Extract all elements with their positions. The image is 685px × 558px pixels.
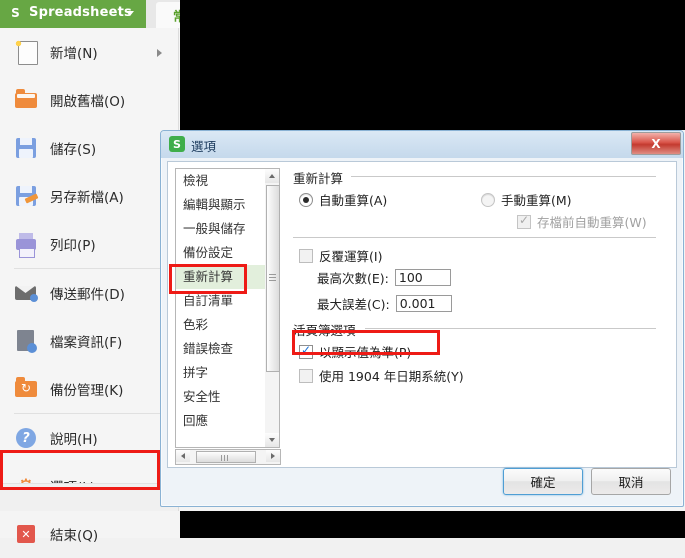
menu-item-backup[interactable]: 備份管理(K) (0, 365, 178, 413)
status-bar (0, 483, 178, 511)
spreadsheets-logo-icon: S (11, 5, 20, 20)
menu-item-label: 檔案資訊(F) (50, 335, 123, 351)
checkbox-indicator[interactable] (517, 213, 531, 229)
dialog-title: 選項 (191, 139, 217, 154)
radio-label: 手動重算(M) (501, 193, 572, 208)
checkbox-indicator[interactable] (299, 248, 313, 263)
category-item-error-checking[interactable]: 錯誤檢查 (176, 337, 266, 361)
category-item-colors[interactable]: 色彩 (176, 313, 266, 337)
submenu-arrow-icon (157, 49, 162, 57)
checkbox-label: 存檔前自動重算(W) (537, 215, 647, 230)
close-icon[interactable]: X (631, 132, 681, 155)
scrollbar-thumb[interactable] (266, 185, 280, 372)
scroll-left-icon[interactable] (176, 450, 190, 462)
menu-item-help[interactable]: 說明(H) (0, 414, 178, 462)
radio-indicator[interactable] (299, 192, 313, 207)
chevron-down-icon[interactable] (126, 11, 134, 16)
brand-name: Spreadsheets (29, 5, 132, 20)
menu-item-print[interactable]: 列印(P) (0, 220, 178, 268)
menu-item-label: 結束(Q) (50, 528, 99, 544)
dialog-footer: 確定 取消 (167, 468, 675, 500)
menu-item-label: 另存新檔(A) (50, 190, 124, 206)
brand-titlebar: S Spreadsheets (0, 0, 146, 28)
brand[interactable]: S Spreadsheets (8, 5, 132, 20)
checkbox-label: 以顯示值為準(P) (319, 345, 412, 360)
menu-item-label: 列印(P) (50, 238, 96, 254)
menu-item-save[interactable]: 儲存(S) (0, 124, 178, 172)
file-info-icon (14, 329, 38, 353)
menu-item-open[interactable]: 開啟舊檔(O) (0, 76, 178, 124)
new-document-icon (14, 39, 38, 65)
category-item-feedback[interactable]: 回應 (176, 409, 266, 433)
group-title-workbook-options: 活頁簿選項 (293, 320, 361, 339)
help-icon (14, 426, 38, 450)
max-change-input[interactable] (395, 295, 452, 312)
scrollbar-thumb[interactable] (196, 451, 256, 463)
menu-item-label: 儲存(S) (50, 142, 97, 158)
radio-indicator[interactable] (481, 192, 495, 207)
category-item-custom-lists[interactable]: 自訂清單 (176, 289, 266, 313)
spreadsheets-logo-icon: S (169, 136, 185, 152)
checkbox-label: 反覆運算(I) (319, 249, 383, 264)
open-folder-icon (14, 88, 38, 112)
save-as-icon (14, 184, 39, 208)
category-item-spelling[interactable]: 拼字 (176, 361, 266, 385)
checkbox-indicator[interactable] (299, 343, 313, 359)
category-item-general-save[interactable]: 一般與儲存 (176, 217, 266, 241)
exit-icon (14, 522, 38, 546)
section-divider (293, 237, 656, 238)
checkbox-precision-as-displayed[interactable]: 以顯示值為準(P) (299, 342, 411, 361)
cancel-button[interactable]: 取消 (591, 468, 671, 495)
file-menu-panel: 新增(N) 開啟舊檔(O) 儲存(S) 另存新檔(A) 列印(P) 傳送郵件(D… (0, 28, 179, 544)
field-label: 最大誤差(C): (317, 297, 390, 312)
menu-item-save-as[interactable]: 另存新檔(A) (0, 172, 178, 220)
radio-manual-recalc[interactable]: 手動重算(M) (481, 190, 572, 209)
dialog-titlebar[interactable]: S 選項 X (161, 131, 683, 158)
menu-item-label: 備份管理(K) (50, 383, 124, 399)
category-item-edit-display[interactable]: 編輯與顯示 (176, 193, 266, 217)
radio-auto-recalc[interactable]: 自動重算(A) (299, 190, 387, 209)
group-rule (351, 176, 656, 177)
menu-item-file-info[interactable]: 檔案資訊(F) (0, 317, 178, 365)
menu-item-new[interactable]: 新增(N) (0, 28, 178, 76)
category-item-backup-settings[interactable]: 備份設定 (176, 241, 266, 265)
category-list-horizontal-scrollbar[interactable] (175, 449, 281, 465)
menu-item-label: 說明(H) (50, 432, 98, 448)
menu-item-label: 新增(N) (50, 46, 98, 62)
ok-button[interactable]: 確定 (503, 468, 583, 495)
menu-item-label: 傳送郵件(D) (50, 287, 125, 303)
occluded-canvas-bottom (180, 511, 685, 538)
category-item-security[interactable]: 安全性 (176, 385, 266, 409)
menu-item-exit[interactable]: 結束(Q) (0, 510, 178, 558)
category-item-view[interactable]: 檢視 (176, 169, 266, 193)
backup-folder-icon (14, 377, 38, 401)
group-title-recalculation: 重新計算 (293, 168, 349, 187)
field-max-iterations: 最高次數(E): (317, 268, 451, 287)
menu-item-label: 開啟舊檔(O) (50, 94, 126, 110)
category-item-recalculation[interactable]: 重新計算 (176, 265, 266, 289)
category-list[interactable]: 檢視 編輯與顯示 一般與儲存 備份設定 重新計算 自訂清單 色彩 錯誤檢查 拼字… (175, 168, 267, 448)
checkbox-1904-date-system[interactable]: 使用 1904 年日期系統(Y) (299, 366, 464, 385)
scroll-down-icon[interactable] (265, 433, 279, 447)
max-iterations-input[interactable] (394, 269, 451, 286)
save-disk-icon (14, 136, 38, 160)
options-dialog: S 選項 X 檢視 編輯與顯示 一般與儲存 備份設定 重新計算 自訂清單 色彩 … (160, 130, 684, 507)
field-max-change: 最大誤差(C): (317, 294, 452, 313)
radio-label: 自動重算(A) (319, 193, 388, 208)
category-list-vertical-scrollbar[interactable] (265, 168, 280, 448)
checkbox-label: 使用 1904 年日期系統(Y) (319, 369, 464, 384)
mail-icon (14, 281, 38, 305)
scroll-right-icon[interactable] (266, 450, 280, 462)
group-rule (365, 328, 656, 329)
checkbox-recalc-before-save[interactable]: 存檔前自動重算(W) (517, 212, 647, 231)
dialog-body: 檢視 編輯與顯示 一般與儲存 備份設定 重新計算 自訂清單 色彩 錯誤檢查 拼字… (167, 161, 677, 468)
checkbox-indicator[interactable] (299, 368, 313, 383)
scroll-up-icon[interactable] (265, 169, 279, 183)
printer-icon (14, 232, 38, 258)
settings-pane: 重新計算 自動重算(A) 手動重算(M) 存檔前自動重算(W) 反覆運算(I) … (293, 168, 663, 463)
menu-item-send-mail[interactable]: 傳送郵件(D) (0, 269, 178, 317)
checkbox-iterative-calculation[interactable]: 反覆運算(I) (299, 246, 382, 265)
field-label: 最高次數(E): (317, 271, 389, 286)
occluded-canvas-top (180, 0, 685, 130)
